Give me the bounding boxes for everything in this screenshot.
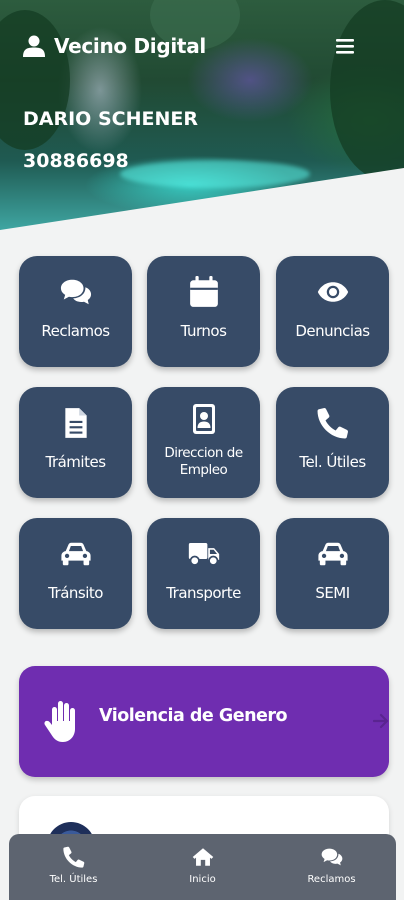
- tile-label: Turnos: [180, 322, 227, 340]
- truck-icon: [188, 543, 219, 566]
- phone-icon: [317, 408, 348, 439]
- nav-label: Reclamos: [307, 874, 356, 885]
- app-title: Vecino Digital: [54, 34, 206, 58]
- hamburger-menu-icon[interactable]: [334, 36, 356, 56]
- phone-icon: [62, 846, 84, 868]
- bottom-navigation: Tel. Útiles Inicio Reclamos: [9, 834, 396, 900]
- tile-label: SEMI: [315, 584, 350, 602]
- tile-transporte[interactable]: Transporte: [147, 518, 260, 629]
- id-badge-icon: [192, 404, 215, 434]
- comments-icon: [321, 848, 342, 866]
- nav-label: Inicio: [189, 874, 216, 885]
- tile-semi[interactable]: SEMI: [276, 518, 389, 629]
- tile-label: Transporte: [166, 584, 241, 602]
- tile-label: Tel. Útiles: [299, 453, 366, 471]
- user-id: 30886698: [23, 150, 129, 172]
- calendar-icon: [189, 276, 218, 307]
- tile-reclamos[interactable]: Reclamos: [19, 256, 132, 367]
- tile-turnos[interactable]: Turnos: [147, 256, 260, 367]
- nav-reclamos[interactable]: Reclamos: [267, 834, 396, 900]
- tile-denuncias[interactable]: Denuncias: [276, 256, 389, 367]
- banner-title: Violencia de Genero: [99, 706, 288, 726]
- car-icon: [317, 542, 348, 566]
- comments-icon: [60, 279, 91, 305]
- arrow-right-icon: [372, 713, 389, 729]
- nav-tel-utiles[interactable]: Tel. Útiles: [9, 834, 138, 900]
- car-icon: [60, 542, 91, 566]
- app-brand: Vecino Digital: [22, 34, 206, 58]
- tile-label: Direccion de Empleo: [164, 445, 243, 478]
- tile-tel-utiles[interactable]: Tel. Útiles: [276, 387, 389, 498]
- tile-tramites[interactable]: Trámites: [19, 387, 132, 498]
- violencia-genero-banner[interactable]: Violencia de Genero: [19, 666, 389, 777]
- hand-icon: [44, 701, 75, 742]
- user-icon: [23, 35, 45, 57]
- nav-label: Tel. Útiles: [49, 874, 98, 885]
- tile-transito[interactable]: Tránsito: [19, 518, 132, 629]
- tile-label: Reclamos: [41, 322, 110, 340]
- user-name: DARIO SCHENER: [23, 108, 198, 130]
- document-icon: [64, 408, 87, 438]
- tile-direccion-empleo[interactable]: Direccion de Empleo: [147, 387, 260, 498]
- eye-icon: [317, 282, 348, 302]
- nav-inicio[interactable]: Inicio: [138, 834, 267, 900]
- tile-label: Denuncias: [295, 322, 370, 340]
- tile-label: Trámites: [45, 453, 106, 471]
- home-icon: [192, 848, 213, 866]
- tile-label: Tránsito: [48, 584, 103, 602]
